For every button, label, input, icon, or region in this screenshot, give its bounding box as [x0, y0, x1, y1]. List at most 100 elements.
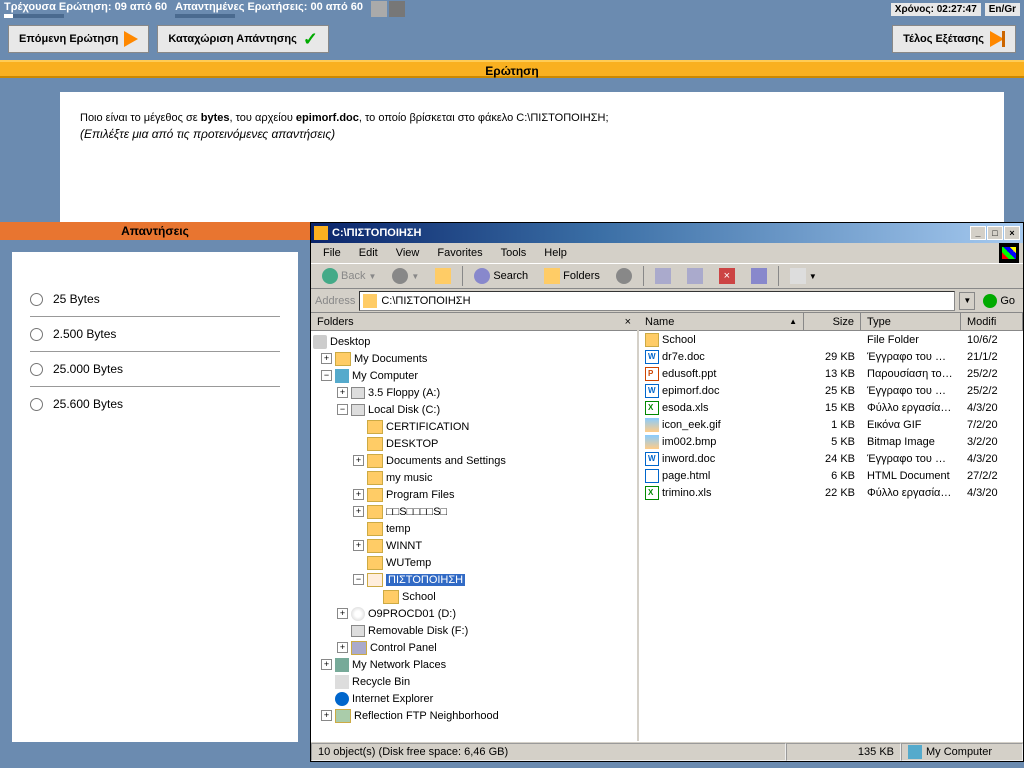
- menu-help[interactable]: Help: [536, 245, 575, 261]
- language-toggle[interactable]: En/Gr: [985, 3, 1020, 16]
- tree-node[interactable]: +3.5 Floppy (A:): [313, 384, 635, 401]
- check-icon: ✓: [303, 29, 318, 50]
- tree-node[interactable]: +Documents and Settings: [313, 452, 635, 469]
- tree-node[interactable]: +Control Panel: [313, 639, 635, 656]
- maximize-button[interactable]: □: [987, 226, 1003, 240]
- address-field[interactable]: C:\ΠΙΣΤΟΠΟΙΗΣΗ: [359, 291, 955, 311]
- go-button[interactable]: Go: [979, 294, 1019, 308]
- minimize-button[interactable]: _: [970, 226, 986, 240]
- expand-icon[interactable]: +: [337, 642, 348, 653]
- tree-node[interactable]: Internet Explorer: [313, 690, 635, 707]
- file-row[interactable]: trimino.xls22 KBΦύλλο εργασίας το...4/3/…: [639, 484, 1023, 501]
- tree-node[interactable]: DESKTOP: [313, 435, 635, 452]
- collapse-icon[interactable]: −: [337, 404, 348, 415]
- answer-option[interactable]: 25.600 Bytes: [30, 387, 280, 421]
- move-to-button[interactable]: [648, 265, 678, 287]
- undo-button[interactable]: [744, 265, 774, 287]
- submit-answer-button[interactable]: Καταχώριση Απάντησης✓: [157, 25, 329, 53]
- close-button[interactable]: ×: [1004, 226, 1020, 240]
- file-row[interactable]: icon_eek.gif1 KBΕικόνα GIF7/2/20: [639, 416, 1023, 433]
- tree-node[interactable]: +My Network Places: [313, 656, 635, 673]
- col-modified[interactable]: Modifi: [961, 313, 1023, 330]
- file-row[interactable]: dr7e.doc29 KBΈγγραφο του Micro...21/1/2: [639, 348, 1023, 365]
- col-size[interactable]: Size: [804, 313, 861, 330]
- answered-questions: Απαντημένες Ερωτήσεις: 00 από 60: [175, 1, 363, 18]
- tree-node[interactable]: CERTIFICATION: [313, 418, 635, 435]
- copy-to-button[interactable]: [680, 265, 710, 287]
- next-question-button[interactable]: Επόμενη Ερώτηση: [8, 25, 149, 53]
- radio-input[interactable]: [30, 363, 43, 376]
- menu-file[interactable]: File: [315, 245, 349, 261]
- tree-node[interactable]: +Program Files: [313, 486, 635, 503]
- collapse-icon[interactable]: −: [353, 574, 364, 585]
- expand-icon[interactable]: +: [321, 659, 332, 670]
- expand-icon[interactable]: +: [353, 506, 364, 517]
- tree-node[interactable]: +Reflection FTP Neighborhood: [313, 707, 635, 724]
- file-row[interactable]: im002.bmp5 KBBitmap Image3/2/20: [639, 433, 1023, 450]
- menu-favorites[interactable]: Favorites: [429, 245, 490, 261]
- file-row[interactable]: esoda.xls15 KBΦύλλο εργασίας το...4/3/20: [639, 399, 1023, 416]
- address-label: Address: [315, 295, 355, 307]
- col-name[interactable]: Name▲: [639, 313, 804, 330]
- delete-button[interactable]: ×: [712, 265, 742, 287]
- forward-button[interactable]: ▼: [385, 265, 426, 287]
- tree-node[interactable]: −Local Disk (C:): [313, 401, 635, 418]
- folders-button[interactable]: Folders: [537, 265, 607, 287]
- tree-node[interactable]: Removable Disk (F:): [313, 622, 635, 639]
- end-exam-button[interactable]: Τέλος Εξέτασης: [892, 25, 1016, 53]
- answer-option[interactable]: 2.500 Bytes: [30, 317, 280, 352]
- expand-icon[interactable]: +: [353, 455, 364, 466]
- expand-icon[interactable]: +: [321, 710, 332, 721]
- file-row[interactable]: epimorf.doc25 KBΈγγραφο του Micro...25/2…: [639, 382, 1023, 399]
- tree-node-desktop[interactable]: Desktop: [313, 333, 635, 350]
- tree-node[interactable]: +My Documents: [313, 350, 635, 367]
- expand-icon[interactable]: +: [353, 540, 364, 551]
- folders-header: Folders ×: [311, 313, 637, 331]
- collapse-icon[interactable]: −: [321, 370, 332, 381]
- answer-option[interactable]: 25.000 Bytes: [30, 352, 280, 387]
- drive-icon: [351, 404, 365, 416]
- radio-input[interactable]: [30, 398, 43, 411]
- menu-view[interactable]: View: [388, 245, 428, 261]
- address-dropdown[interactable]: ▼: [959, 292, 975, 310]
- file-row[interactable]: edusoft.ppt13 KBΠαρουσίαση του Mic...25/…: [639, 365, 1023, 382]
- tree-node[interactable]: School: [313, 588, 635, 605]
- cd-icon: [351, 607, 365, 621]
- answers-card: 25 Bytes 2.500 Bytes 25.000 Bytes 25.600…: [12, 252, 298, 742]
- views-button[interactable]: ▼: [783, 265, 824, 287]
- monitor-icon[interactable]: [371, 1, 387, 17]
- tree-node[interactable]: +WINNT: [313, 537, 635, 554]
- file-row[interactable]: page.html6 KBHTML Document27/2/2: [639, 467, 1023, 484]
- tree-node[interactable]: −My Computer: [313, 367, 635, 384]
- radio-input[interactable]: [30, 328, 43, 341]
- tree-node[interactable]: Recycle Bin: [313, 673, 635, 690]
- expand-icon[interactable]: +: [353, 489, 364, 500]
- folder-icon: [314, 226, 328, 240]
- up-button[interactable]: [428, 265, 458, 287]
- close-pane-icon[interactable]: ×: [625, 316, 631, 328]
- tree-node[interactable]: +O9PROCD01 (D:): [313, 605, 635, 622]
- tree-node[interactable]: my music: [313, 469, 635, 486]
- tree-node[interactable]: +□□S□□□□S□: [313, 503, 635, 520]
- file-row[interactable]: SchoolFile Folder10/6/2: [639, 331, 1023, 348]
- menu-tools[interactable]: Tools: [493, 245, 535, 261]
- move-icon: [655, 268, 671, 284]
- window-titlebar[interactable]: C:\ΠΙΣΤΟΠΟΙΗΣΗ _ □ ×: [311, 223, 1023, 243]
- tree-node[interactable]: temp: [313, 520, 635, 537]
- status-size: 135 KB: [786, 743, 901, 761]
- back-button[interactable]: Back▼: [315, 265, 383, 287]
- answer-option[interactable]: 25 Bytes: [30, 282, 280, 317]
- go-icon: [983, 294, 997, 308]
- history-button[interactable]: [609, 265, 639, 287]
- expand-icon[interactable]: +: [337, 387, 348, 398]
- tree-node[interactable]: WUTemp: [313, 554, 635, 571]
- printer-icon[interactable]: [389, 1, 405, 17]
- search-button[interactable]: Search: [467, 265, 535, 287]
- expand-icon[interactable]: +: [337, 608, 348, 619]
- menu-edit[interactable]: Edit: [351, 245, 386, 261]
- col-type[interactable]: Type: [861, 313, 961, 330]
- file-row[interactable]: inword.doc24 KBΈγγραφο του Micro...4/3/2…: [639, 450, 1023, 467]
- radio-input[interactable]: [30, 293, 43, 306]
- tree-node-selected[interactable]: −ΠΙΣΤΟΠΟΙΗΣΗ: [313, 571, 635, 588]
- expand-icon[interactable]: +: [321, 353, 332, 364]
